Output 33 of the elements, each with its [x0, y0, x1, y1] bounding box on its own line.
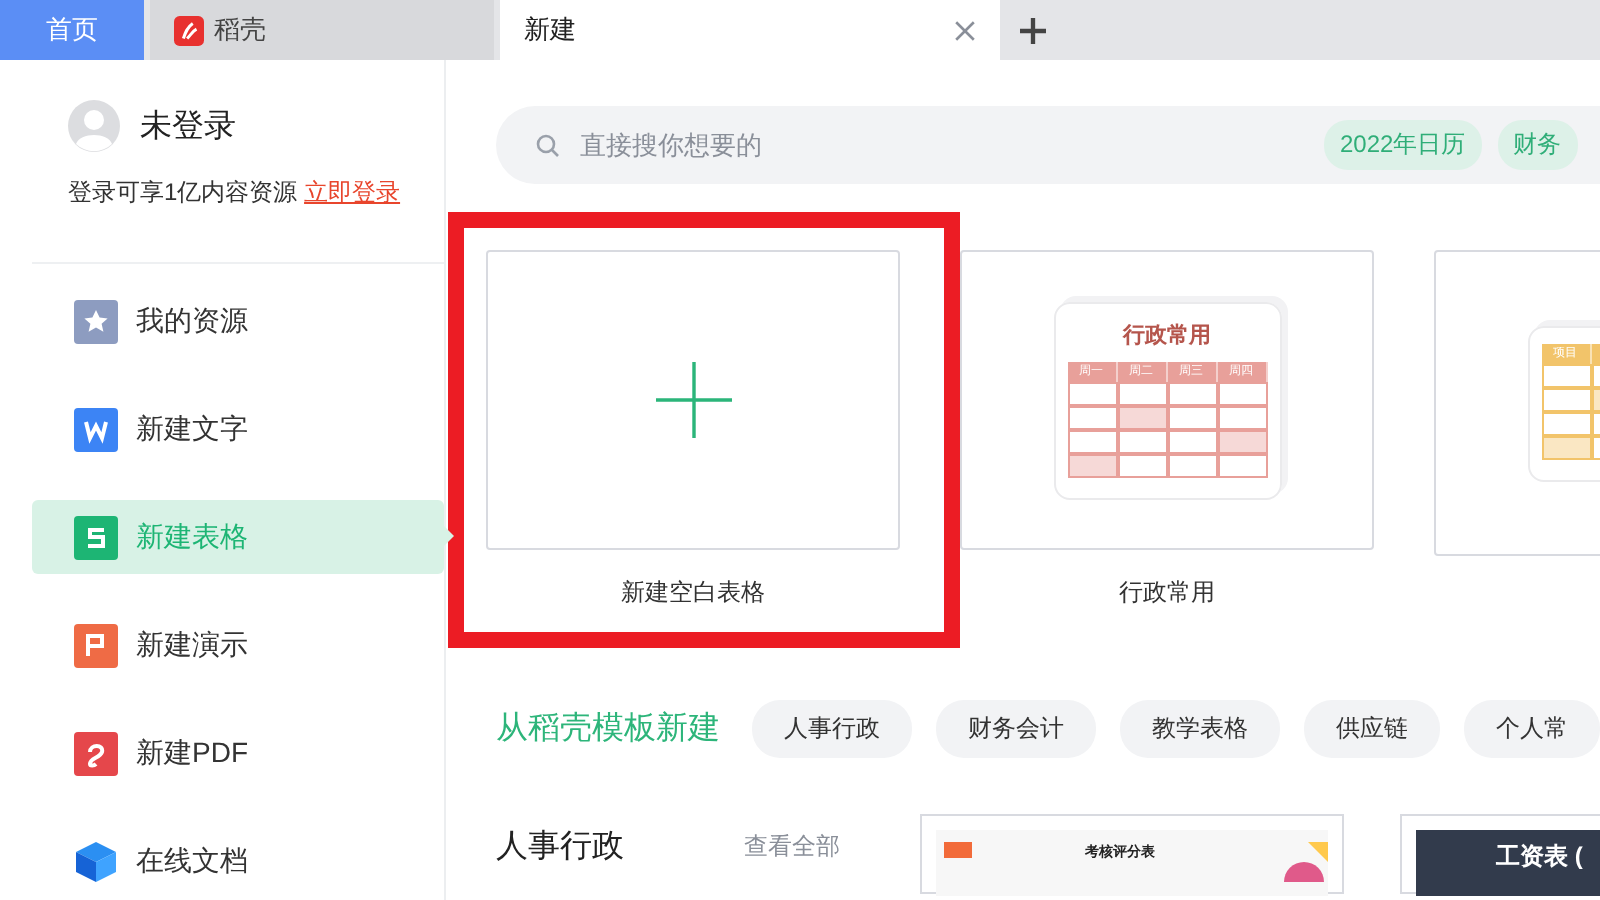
cube-icon: [74, 839, 118, 883]
category-chip[interactable]: 个人常: [1464, 700, 1600, 758]
sidebar-item[interactable]: 新建演示: [32, 608, 444, 682]
thumbnail-title: 工资表 (: [1496, 842, 1583, 870]
category-chip[interactable]: 教学表格: [1120, 700, 1280, 758]
category-chip[interactable]: 供应链: [1304, 700, 1440, 758]
sidebar-item[interactable]: 我的资源: [32, 284, 444, 358]
category-heading: 人事行政: [496, 827, 626, 868]
category-chip[interactable]: 财务会计: [936, 700, 1096, 758]
user-name: 未登录: [140, 107, 236, 147]
card-label: 新建空白表格: [621, 576, 765, 610]
login-link[interactable]: 立即登录: [304, 178, 401, 206]
promo-text: 登录可享1亿内容资源: [68, 178, 298, 206]
plus-icon: [1019, 17, 1045, 43]
tab[interactable]: 新建: [500, 0, 1000, 60]
tab[interactable]: 稻壳: [150, 0, 494, 60]
section-title: 从稻壳模板新建: [496, 709, 720, 750]
template-thumbnail[interactable]: 工资表 (: [1400, 814, 1600, 894]
sidebar-item[interactable]: 在线文档: [32, 824, 444, 898]
tab-label: 稻壳: [214, 12, 268, 48]
presentation-icon: [74, 623, 118, 667]
sidebar-item[interactable]: 新建文字: [32, 392, 444, 466]
sidebar-item[interactable]: 新建PDF: [32, 716, 444, 790]
preview-title: 行政常用: [1120, 321, 1213, 349]
tab-label: 新建: [524, 12, 578, 48]
search-icon: [536, 133, 560, 157]
category-chip[interactable]: 人事行政: [752, 700, 912, 758]
close-icon[interactable]: [954, 19, 976, 41]
spreadsheet-icon: [74, 515, 118, 559]
pdf-icon: [74, 731, 118, 775]
document-icon: [74, 407, 118, 451]
card-label: 行政常用: [1119, 576, 1215, 610]
plus-icon: [655, 362, 731, 438]
